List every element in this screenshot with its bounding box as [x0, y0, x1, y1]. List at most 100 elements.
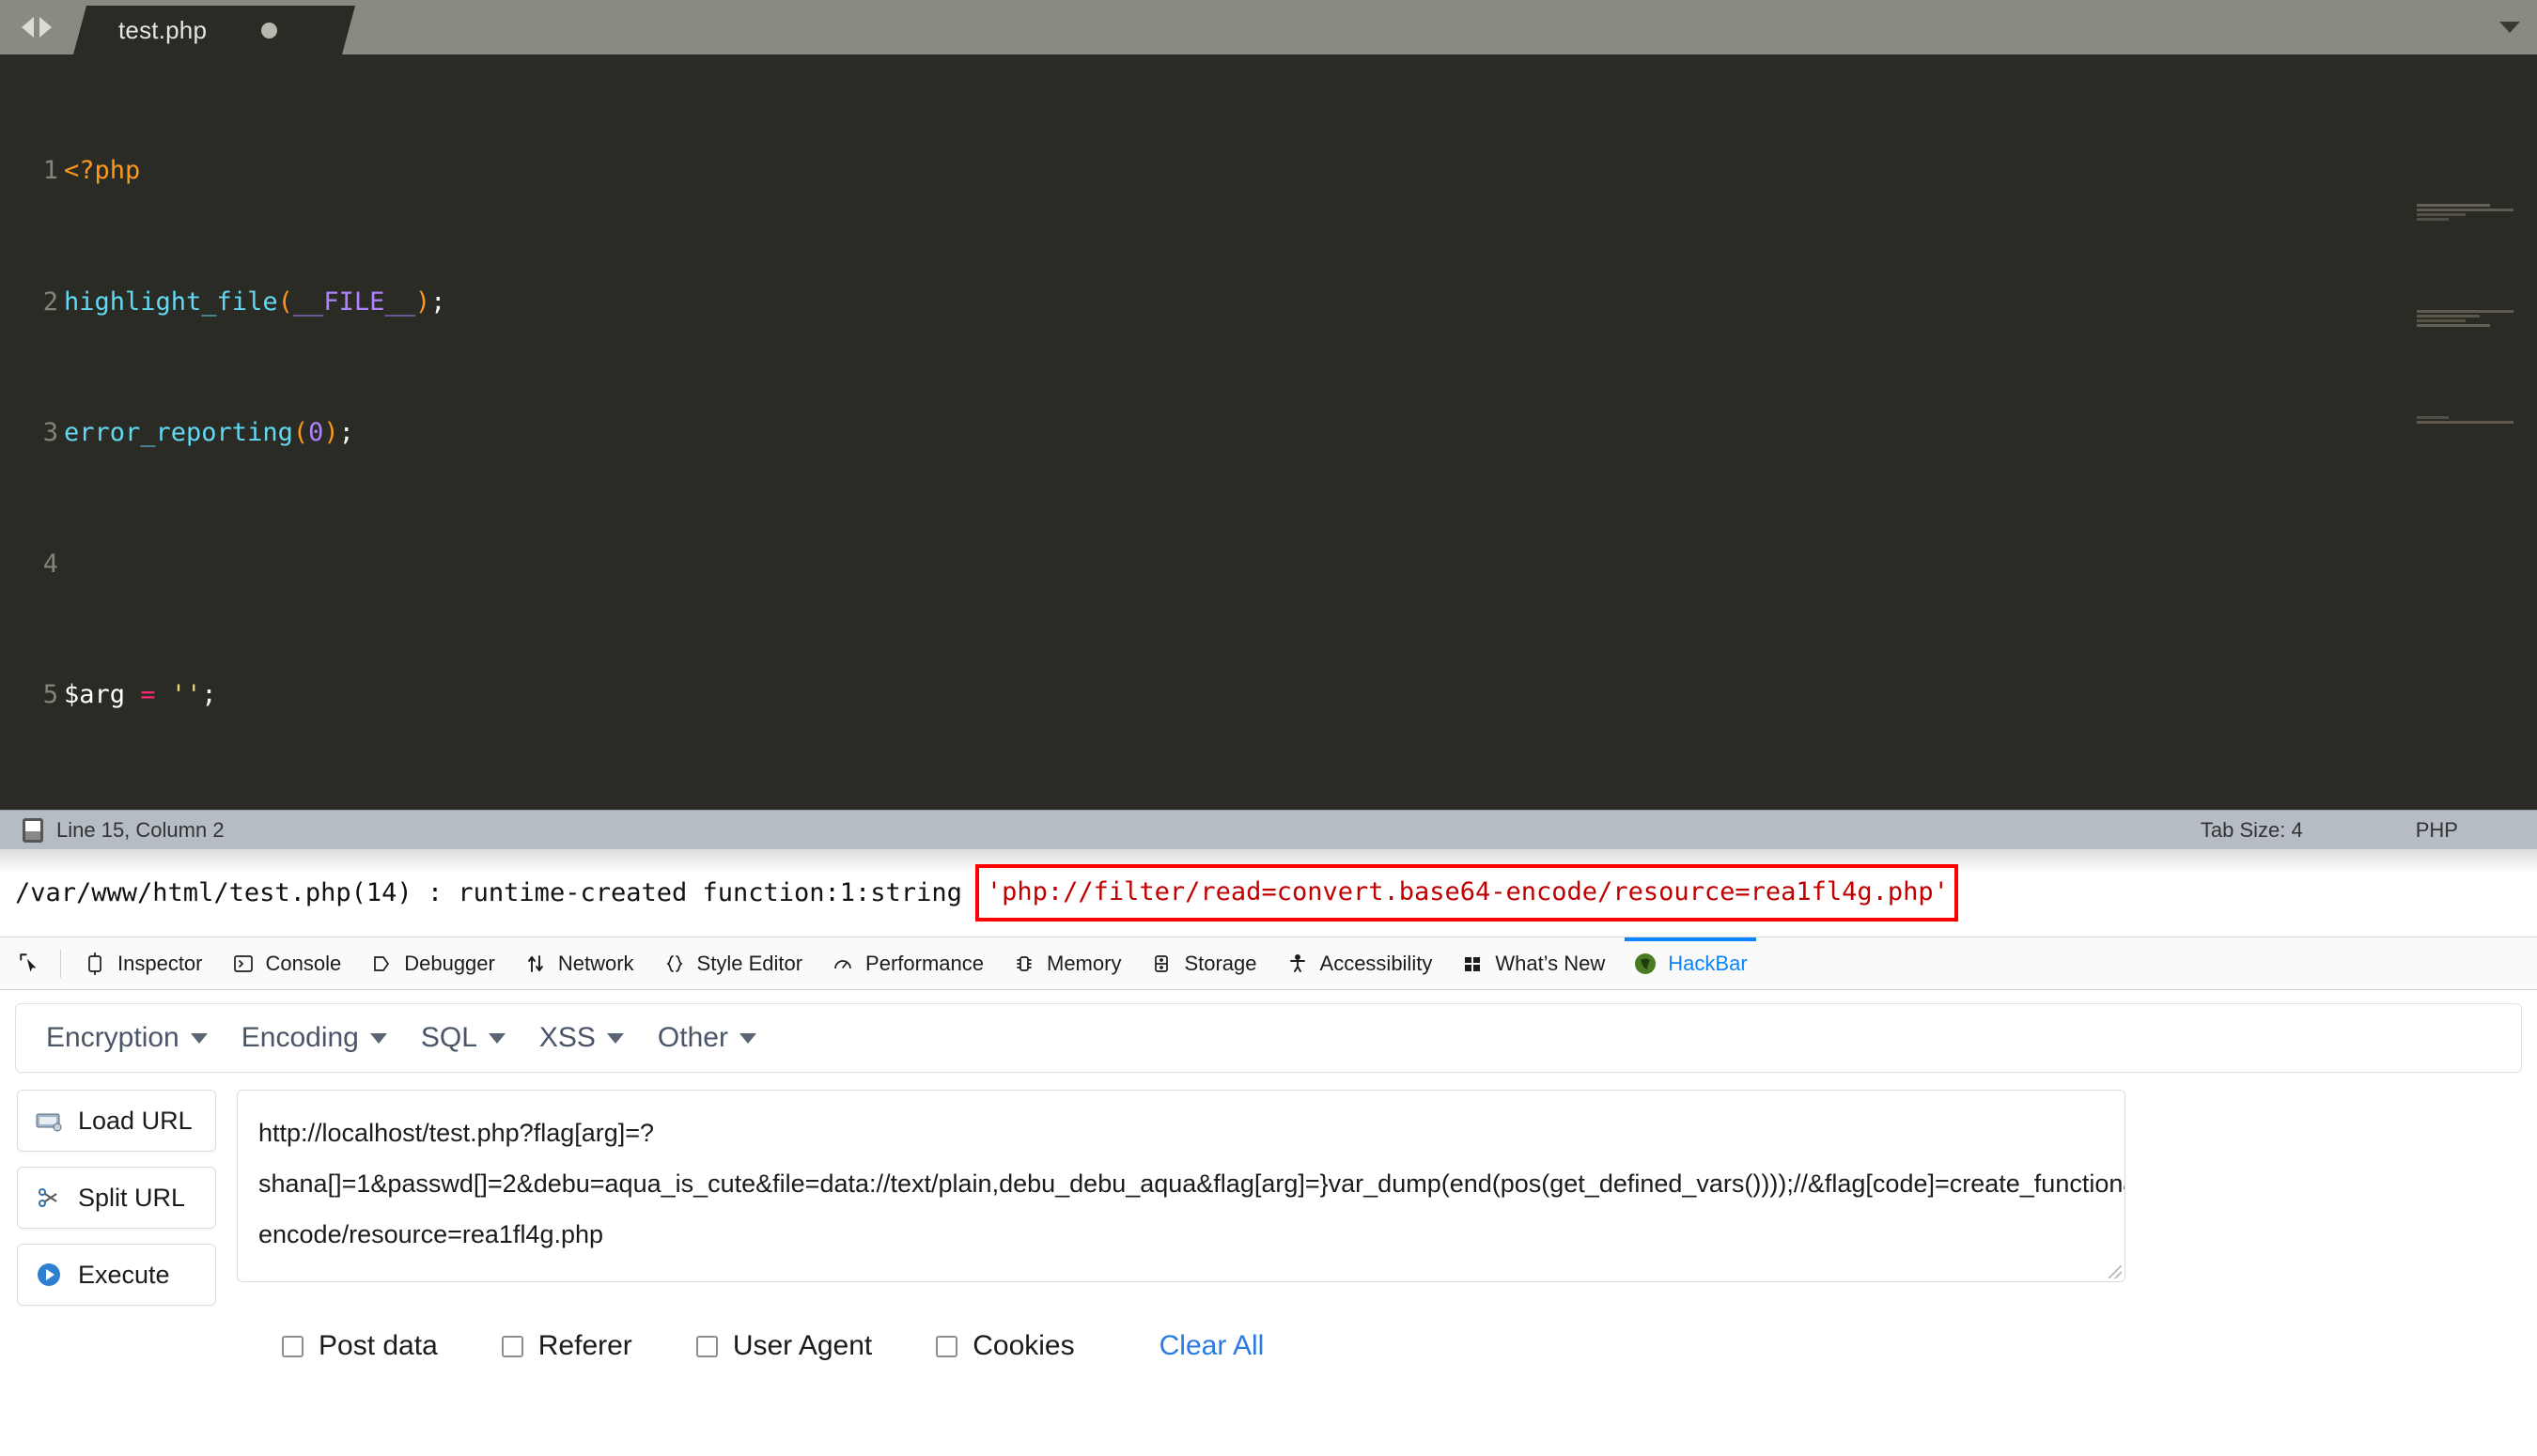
- option-cookies[interactable]: Cookies: [936, 1330, 1075, 1362]
- tab-size-label[interactable]: Tab Size: 4: [2201, 818, 2303, 843]
- menu-label: SQL: [420, 1022, 477, 1053]
- triangle-left-icon[interactable]: [22, 17, 34, 38]
- accessibility-icon: [1285, 952, 1310, 976]
- execute-icon: [33, 1259, 65, 1291]
- menu-xss[interactable]: XSS: [522, 1016, 641, 1060]
- hackbar-action-buttons: Load URL Split URL Execute: [17, 1090, 216, 1306]
- tab-storage[interactable]: Storage: [1135, 937, 1270, 990]
- option-label: User Agent: [732, 1330, 873, 1361]
- tab-label: Performance: [865, 951, 984, 975]
- style-editor-icon: [662, 952, 687, 976]
- tab-whats-new[interactable]: What’s New: [1446, 937, 1619, 990]
- tab-list-button[interactable]: [2483, 0, 2537, 54]
- tab-label: Inspector: [117, 951, 203, 975]
- debugger-icon: [369, 952, 394, 976]
- network-icon: [523, 952, 548, 976]
- chevron-down-icon: [606, 1032, 624, 1044]
- menu-encryption[interactable]: Encryption: [29, 1016, 225, 1060]
- code-content[interactable]: <?php highlight_file(__FILE__); error_re…: [64, 62, 2537, 810]
- option-label: Cookies: [973, 1330, 1075, 1361]
- toolbar-divider: [60, 949, 61, 978]
- tab-label: HackBar: [1668, 951, 1748, 975]
- tab-label: What’s New: [1495, 951, 1606, 975]
- line-number: 4: [42, 549, 58, 579]
- chevron-down-icon: [2499, 22, 2520, 33]
- tab-hackbar[interactable]: HackBar: [1619, 937, 1761, 990]
- split-url-button[interactable]: Split URL: [17, 1167, 216, 1229]
- checkbox[interactable]: [501, 1335, 523, 1357]
- option-label: Post data: [319, 1330, 438, 1361]
- menu-sql[interactable]: SQL: [404, 1016, 522, 1060]
- editor-nav-arrows[interactable]: [0, 0, 73, 54]
- menu-other[interactable]: Other: [641, 1016, 773, 1060]
- tab-label: Memory: [1047, 951, 1122, 975]
- tab-label: Console: [265, 951, 342, 975]
- line-number: 6: [0, 805, 58, 811]
- devtools-toolbar: Inspector Console Debugger Network Style…: [0, 937, 2537, 990]
- option-referer[interactable]: Referer: [501, 1330, 632, 1362]
- whats-new-icon: [1460, 952, 1485, 976]
- tab-inspector[interactable]: Inspector: [69, 937, 217, 990]
- checkbox[interactable]: [282, 1335, 304, 1357]
- code-line: $arg = '';: [64, 680, 217, 709]
- console-icon: [231, 952, 256, 976]
- language-label[interactable]: PHP: [2416, 818, 2458, 843]
- load-url-button[interactable]: Load URL: [17, 1090, 216, 1152]
- tab-label: Debugger: [404, 951, 495, 975]
- document-icon: [23, 817, 43, 843]
- menu-encoding[interactable]: Encoding: [225, 1016, 404, 1060]
- tab-performance[interactable]: Performance: [817, 937, 998, 990]
- triangle-right-icon[interactable]: [39, 17, 52, 38]
- tab-style-editor[interactable]: Style Editor: [648, 937, 817, 990]
- menu-label: Encryption: [46, 1022, 179, 1053]
- execute-button[interactable]: Execute: [17, 1244, 216, 1306]
- inspector-icon: [83, 952, 107, 976]
- code-area[interactable]: 1 2 3 4 5 6 7 8 9 10 11 12 13 14 15 <?ph…: [0, 54, 2537, 810]
- tab-network[interactable]: Network: [509, 937, 648, 990]
- line-number-gutter: 1 2 3 4 5 6 7 8 9 10 11 12 13 14 15: [0, 62, 58, 810]
- editor-status-bar: Line 15, Column 2 Tab Size: 4 PHP: [0, 810, 2537, 849]
- editor-tab-label: test.php: [118, 15, 208, 44]
- tab-label: Accessibility: [1319, 951, 1433, 975]
- split-url-icon: [33, 1182, 65, 1214]
- chevron-down-icon: [369, 1032, 387, 1044]
- hackbar-panel: Encryption Encoding SQL XSS Other Load U: [0, 1003, 2537, 1456]
- button-label: Execute: [78, 1260, 170, 1289]
- line-number: 3: [42, 418, 58, 447]
- cursor-position[interactable]: Line 15, Column 2: [56, 818, 225, 843]
- chevron-down-icon: [488, 1032, 506, 1044]
- checkbox[interactable]: [936, 1335, 958, 1357]
- option-label: Referer: [537, 1330, 632, 1361]
- page-output: /var/www/html/test.php(14) : runtime-cre…: [0, 849, 2537, 937]
- option-user-agent[interactable]: User Agent: [695, 1330, 873, 1362]
- chevron-down-icon: [190, 1032, 208, 1044]
- unsaved-dot-icon[interactable]: [261, 23, 277, 39]
- hackbar-body: Load URL Split URL Execute http://localh…: [0, 1073, 2537, 1306]
- element-picker-icon[interactable]: [8, 943, 53, 984]
- tab-memory[interactable]: Memory: [998, 937, 1135, 990]
- editor-tab-test-php[interactable]: test.php: [73, 6, 355, 54]
- clear-all-link[interactable]: Clear All: [1160, 1330, 1265, 1362]
- output-prefix: /var/www/html/test.php(14) : runtime-cre…: [15, 878, 962, 907]
- tab-label: Network: [557, 951, 634, 975]
- tab-accessibility[interactable]: Accessibility: [1271, 937, 1447, 990]
- chevron-down-icon: [739, 1032, 756, 1044]
- line-number: 2: [42, 287, 58, 317]
- checkbox[interactable]: [695, 1335, 718, 1357]
- code-editor: test.php 1 2 3 4 5 6 7 8 9 10 11 12 13 1…: [0, 0, 2537, 810]
- button-label: Load URL: [78, 1106, 193, 1135]
- hackbar-icon: [1633, 952, 1658, 976]
- tab-debugger[interactable]: Debugger: [355, 937, 509, 990]
- tab-console[interactable]: Console: [217, 937, 356, 990]
- tab-label: Storage: [1184, 951, 1257, 975]
- line-number: 1: [42, 156, 58, 185]
- memory-icon: [1012, 952, 1036, 976]
- storage-icon: [1149, 952, 1174, 976]
- button-label: Split URL: [78, 1183, 186, 1212]
- editor-minimap[interactable]: [2417, 116, 2522, 424]
- option-post-data[interactable]: Post data: [282, 1330, 438, 1362]
- performance-icon: [831, 952, 855, 976]
- url-input[interactable]: http://localhost/test.php?flag[arg]=?sha…: [237, 1090, 2125, 1282]
- code-line: error_reporting(0);: [64, 418, 354, 447]
